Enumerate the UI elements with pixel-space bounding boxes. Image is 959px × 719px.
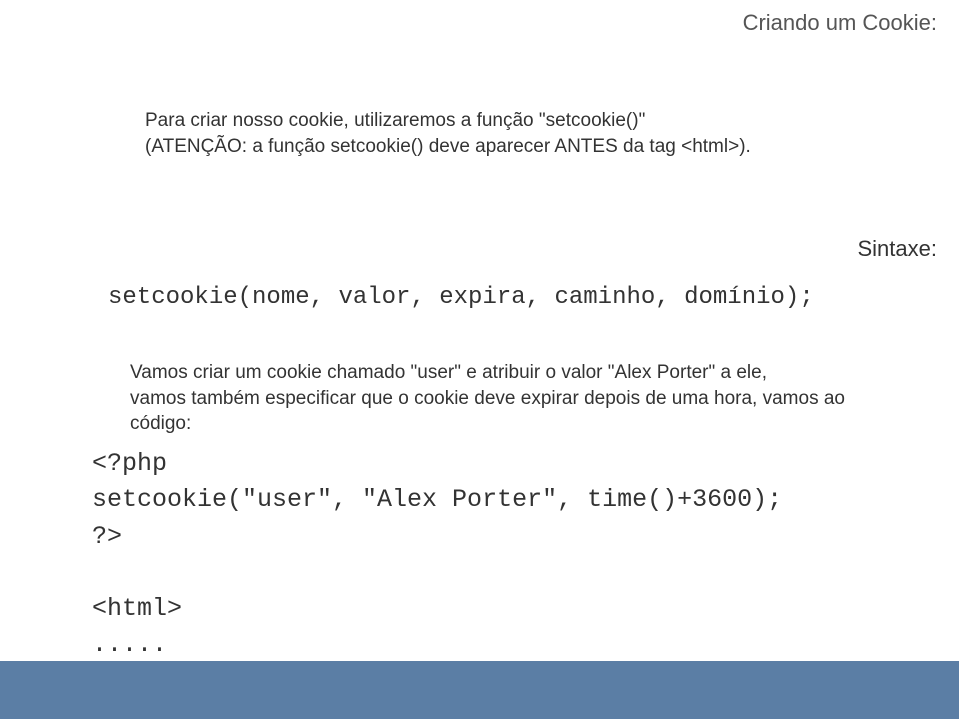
example-line-2: vamos também especificar que o cookie de…: [130, 388, 845, 435]
code-line-2: setcookie("user", "Alex Porter", time()+…: [92, 485, 782, 514]
page-title: Criando um Cookie:: [743, 10, 937, 36]
code-line-6: .....: [92, 630, 167, 659]
bottom-decoration-bar: [0, 661, 959, 719]
syntax-label: Sintaxe:: [858, 236, 938, 262]
code-line-5: <html>: [92, 594, 182, 623]
intro-line-2: (ATENÇÃO: a função setcookie() deve apar…: [145, 136, 751, 157]
intro-paragraph: Para criar nosso cookie, utilizaremos a …: [145, 108, 879, 159]
code-block: <?php setcookie("user", "Alex Porter", t…: [92, 446, 782, 664]
code-line-3: ?>: [92, 522, 122, 551]
code-line-1: <?php: [92, 449, 167, 478]
example-paragraph: Vamos criar um cookie chamado "user" e a…: [130, 360, 889, 437]
syntax-code: setcookie(nome, valor, expira, caminho, …: [108, 284, 814, 311]
example-line-1: Vamos criar um cookie chamado "user" e a…: [130, 362, 767, 383]
intro-line-1: Para criar nosso cookie, utilizaremos a …: [145, 110, 645, 131]
